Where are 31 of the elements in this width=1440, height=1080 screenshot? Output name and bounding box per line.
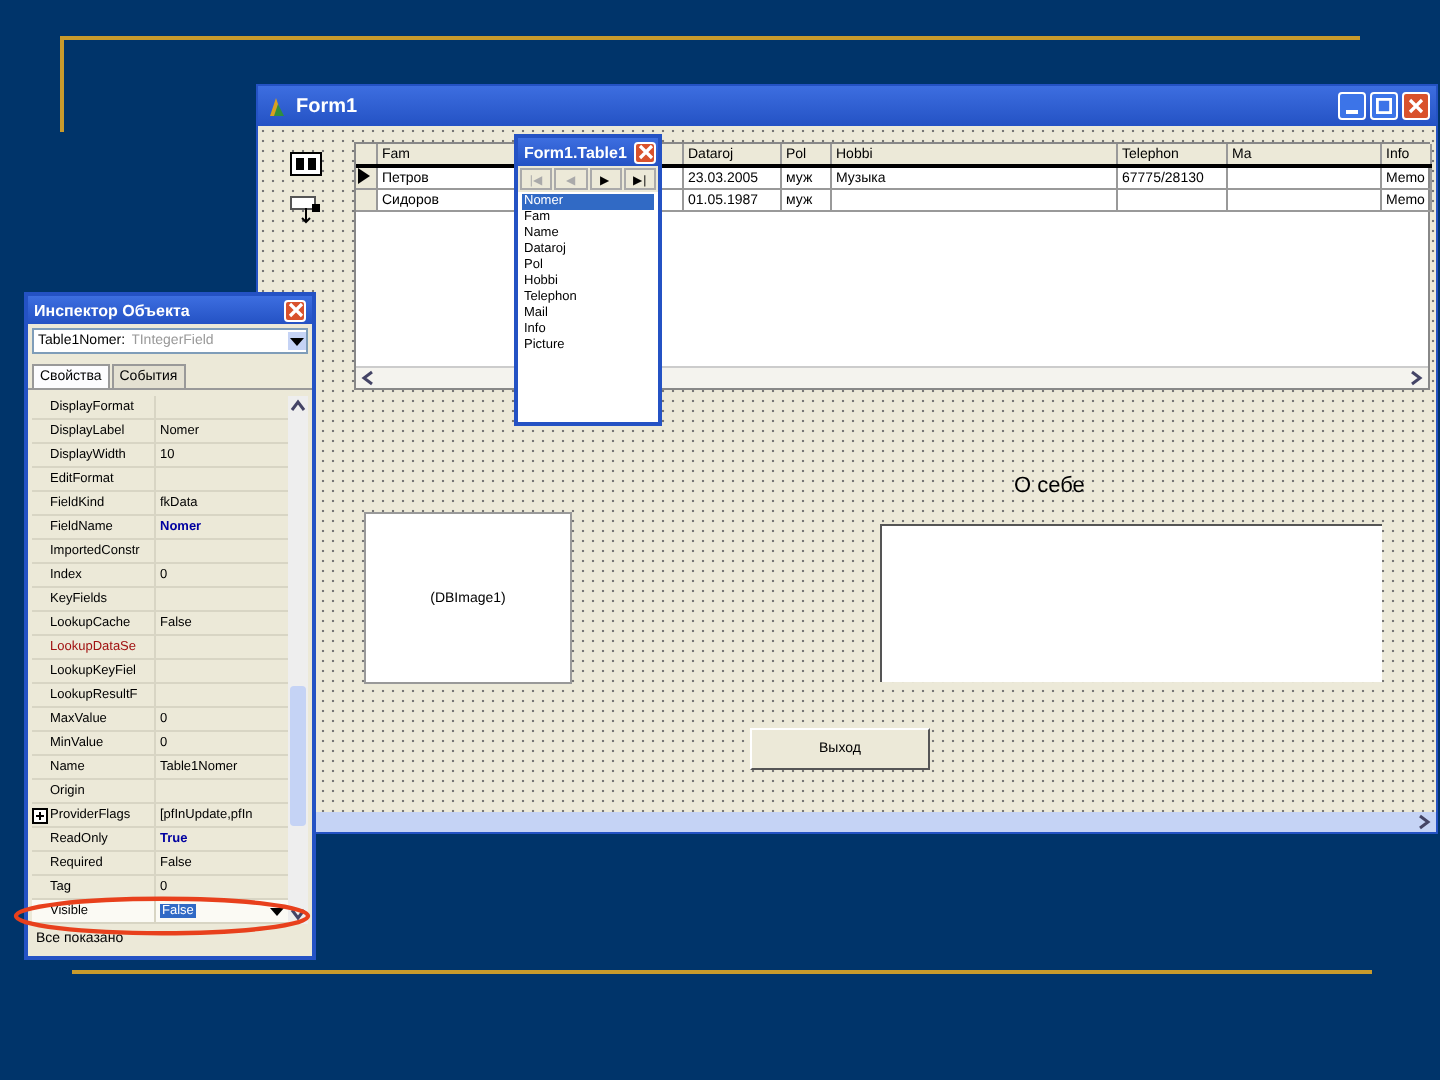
minimize-button[interactable] — [1338, 92, 1366, 120]
maximize-button[interactable] — [1370, 92, 1398, 120]
datasource-component-icon — [290, 196, 322, 224]
row-indicator-icon — [358, 168, 370, 184]
close-icon — [287, 302, 303, 318]
row-indicator-cell[interactable] — [356, 189, 377, 211]
scroll-thumb[interactable] — [290, 686, 306, 826]
maximize-icon — [1376, 98, 1392, 114]
expand-icon — [32, 807, 48, 823]
window-title: Form1.Table1 — [524, 143, 627, 161]
close-button[interactable] — [634, 141, 657, 163]
window-title: Инспектор Объекта — [34, 301, 192, 319]
memo-field[interactable] — [880, 524, 1382, 682]
window-title: Form1 — [296, 95, 360, 117]
row-indicator-cell[interactable] — [356, 166, 377, 189]
vertical-scrollbar[interactable] — [288, 396, 308, 924]
scroll-right-icon — [1408, 370, 1424, 386]
table-component-icon — [290, 152, 322, 176]
dropdown-icon — [268, 902, 286, 920]
dropdown-icon — [288, 332, 306, 350]
scroll-left-icon — [360, 370, 376, 386]
close-button[interactable] — [1402, 92, 1430, 120]
scroll-right-icon — [1416, 814, 1432, 830]
scroll-up-icon — [290, 398, 306, 414]
memo-label: О себе — [1014, 474, 1085, 498]
close-icon — [637, 144, 654, 160]
scroll-down-icon — [290, 906, 306, 922]
minimize-icon — [1346, 110, 1358, 114]
close-button[interactable] — [284, 299, 306, 321]
app-icon — [264, 94, 288, 118]
close-icon — [1408, 98, 1424, 114]
